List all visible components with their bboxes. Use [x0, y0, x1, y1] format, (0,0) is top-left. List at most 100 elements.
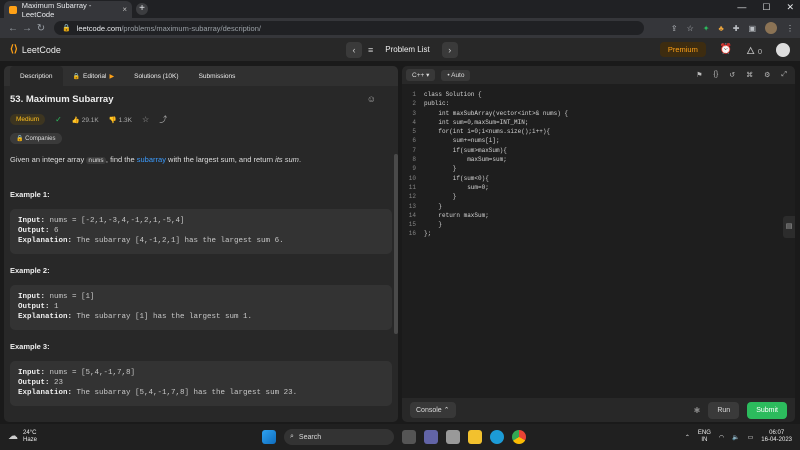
url-domain: leetcode.com — [76, 23, 122, 33]
alarm-clock-icon[interactable]: ⏰ — [720, 44, 732, 55]
panel-divider[interactable] — [400, 62, 401, 424]
region-code: IN — [701, 437, 708, 443]
reset-icon[interactable]: ↺ — [729, 71, 735, 79]
subarray-link[interactable]: subarray — [137, 155, 166, 164]
next-problem-button[interactable]: › — [441, 41, 458, 58]
user-avatar[interactable] — [776, 42, 790, 57]
example-box: Input: nums = [5,4,-1,7,8] Output: 23 Ex… — [10, 360, 392, 406]
browser-tab-bar: Maximum Subarray - LeetCode × + — ☐ ✕ — [0, 0, 800, 19]
windows-start-icon[interactable] — [262, 430, 276, 444]
back-arrow-icon[interactable]: ← — [6, 23, 20, 34]
leetcode-logo[interactable]: ⟨⟩ LeetCode — [10, 44, 61, 55]
favorite-star-icon[interactable]: ☆ — [142, 115, 149, 124]
companies-label: Companies — [25, 136, 56, 142]
reload-icon[interactable]: ↻ — [34, 23, 48, 34]
share-link-icon[interactable]: ⤴ — [159, 114, 167, 125]
example-explanation: The subarray [4,-1,2,1] has the largest … — [76, 237, 284, 246]
sidebar-icon[interactable]: ▣ — [748, 24, 756, 33]
language-select[interactable]: C++ ▾ — [406, 69, 436, 81]
example-explanation: The subarray [1] has the largest sum 1. — [76, 313, 253, 322]
left-tabs: Description 🔒 Editorial ▶ Solutions (10K) … — [4, 66, 398, 86]
search-label: Search — [298, 433, 322, 441]
autocomplete-mode[interactable]: • Auto — [441, 69, 471, 81]
weather-widget[interactable]: ☁ 24°C Haze — [8, 430, 37, 444]
streak-count: 0 — [757, 47, 762, 56]
description-content: 53. Maximum Subarray ☺ Medium ✓ 👍 29.1K … — [4, 86, 398, 422]
difficulty-badge: Medium — [10, 114, 46, 125]
debug-bug-icon[interactable]: ✱ — [694, 406, 701, 415]
prev-problem-button[interactable]: ‹ — [346, 41, 362, 58]
forward-arrow-icon[interactable]: → — [20, 23, 34, 34]
braces-icon[interactable]: {} — [714, 71, 719, 79]
extension-tree-icon[interactable]: ♣ — [718, 24, 723, 33]
companies-tag[interactable]: 🔒 Companies — [10, 133, 62, 144]
code-text: maxSum=sum; — [424, 156, 507, 164]
battery-icon[interactable]: ▭ — [748, 434, 754, 441]
code-text: } — [424, 165, 457, 173]
chrome-icon[interactable] — [512, 430, 526, 444]
teams-chat-icon[interactable] — [424, 430, 438, 444]
window-controls: — ☐ ✕ — [737, 2, 794, 13]
desc-text: . — [298, 155, 302, 164]
code-text: if(sum>maxSum){ — [424, 146, 507, 154]
clock[interactable]: 06:07 16-04-2023 — [761, 430, 792, 445]
description-scrollbar[interactable] — [394, 154, 398, 334]
console-button[interactable]: Console ⌃ — [410, 402, 456, 418]
new-tab-button[interactable]: + — [136, 3, 148, 15]
solved-check-icon: ✓ — [55, 115, 62, 124]
problem-description: Given an integer array nums, find the su… — [10, 155, 392, 166]
side-notes-icon[interactable]: ▤ — [783, 216, 795, 238]
bookmark-star-icon[interactable]: ☆ — [687, 24, 694, 33]
edge-icon[interactable] — [490, 430, 504, 444]
fullscreen-icon[interactable]: ⤢ — [781, 71, 787, 79]
dislike-button[interactable]: 👎 1.3K — [109, 116, 132, 124]
cloud-icon: ☁ — [8, 431, 18, 442]
minimize-button[interactable]: — — [737, 2, 746, 13]
run-button[interactable]: Run — [708, 401, 740, 419]
language-indicator[interactable]: ENG IN — [698, 430, 711, 445]
premium-button[interactable]: Premium — [659, 42, 706, 57]
tray-chevron-icon[interactable]: ⌃ — [685, 434, 690, 441]
share-icon[interactable]: ⇪ — [671, 24, 678, 33]
more-options-icon[interactable]: ☺ — [367, 94, 376, 104]
store-icon[interactable] — [446, 430, 460, 444]
taskbar-search[interactable]: ⌕ Search — [284, 429, 394, 445]
url-path: /problems/maximum-subarray/description/ — [121, 23, 261, 33]
line-number: 12 — [408, 193, 416, 201]
extensions-puzzle-icon[interactable]: ✚ — [733, 24, 740, 33]
submit-button[interactable]: Submit — [747, 401, 787, 419]
settings-gear-icon[interactable]: ⚙ — [764, 71, 770, 79]
extension-leaf-icon[interactable]: ✦ — [703, 24, 710, 33]
bookmark-icon[interactable]: ⚑ — [696, 71, 702, 79]
streak-fire-icon[interactable]: 🜂 0 — [746, 39, 762, 60]
tab-description[interactable]: Description — [10, 66, 63, 86]
code-editor[interactable]: 1 class Solution {2 public: 3 int maxSubArr… — [402, 84, 795, 239]
like-button[interactable]: 👍 29.1K — [72, 116, 99, 124]
code-text: sum=0; — [424, 183, 489, 191]
video-icon: ▶ — [109, 73, 115, 80]
close-window-button[interactable]: ✕ — [786, 2, 794, 13]
line-number: 15 — [408, 221, 416, 229]
profile-avatar[interactable] — [765, 22, 777, 34]
problem-list-link[interactable]: Problem List — [385, 45, 429, 54]
task-view-icon[interactable] — [402, 430, 416, 444]
example-heading: Example 3: — [10, 341, 50, 351]
url-field[interactable]: 🔒 leetcode.com /problems/maximum-subarra… — [54, 21, 644, 35]
browser-menu-icon[interactable]: ⋮ — [786, 24, 794, 33]
tab-submissions[interactable]: Submissions — [189, 66, 246, 86]
explanation-label: Explanation: — [18, 389, 73, 398]
output-label: Output: — [18, 302, 50, 311]
tab-close-icon[interactable]: × — [122, 5, 127, 14]
code-text: for(int i=0;i<nums.size();i++){ — [424, 128, 551, 136]
tab-editorial[interactable]: 🔒 Editorial ▶ — [63, 66, 125, 86]
volume-icon[interactable]: 🔈 — [732, 434, 739, 441]
maximize-button[interactable]: ☐ — [762, 2, 770, 13]
leetcode-favicon-icon — [9, 5, 17, 14]
file-explorer-icon[interactable] — [468, 430, 482, 444]
example-output: 23 — [54, 378, 64, 387]
wifi-icon[interactable]: ◠ — [719, 434, 724, 441]
browser-tab[interactable]: Maximum Subarray - LeetCode × — [4, 1, 132, 19]
code-text: } — [424, 221, 443, 229]
shortcut-icon[interactable]: ⌘ — [746, 71, 753, 79]
tab-solutions[interactable]: Solutions (10K) — [124, 66, 188, 86]
